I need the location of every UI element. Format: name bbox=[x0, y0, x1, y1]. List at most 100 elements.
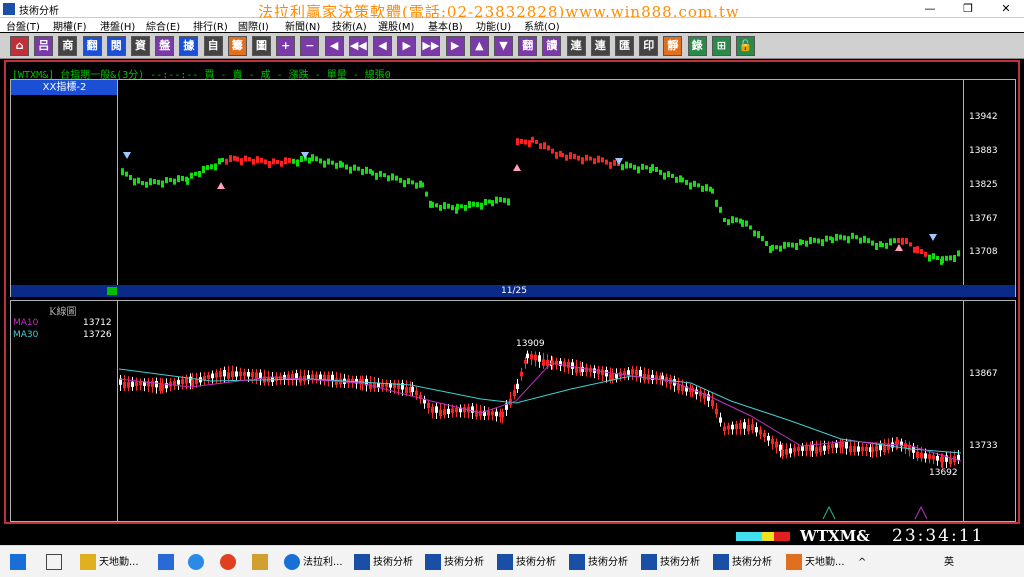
minimize-button[interactable]: — bbox=[912, 0, 948, 18]
toolbar-button[interactable]: 錄 bbox=[687, 36, 707, 56]
task-view-icon[interactable] bbox=[46, 554, 62, 570]
candle bbox=[283, 375, 286, 380]
tray-chevron-icon[interactable]: ^ bbox=[858, 554, 866, 572]
toolbar-button[interactable]: 據 bbox=[179, 36, 199, 56]
toolbar-button[interactable]: ◀ bbox=[373, 36, 392, 56]
taskbar-item[interactable]: 技術分析 bbox=[732, 554, 772, 572]
candle bbox=[214, 163, 217, 171]
window-titlebar: 技術分析 法拉利贏家決策軟體(電話:02-23832828)www.win888… bbox=[0, 0, 1024, 21]
toolbar-button[interactable]: 閱 bbox=[106, 36, 126, 56]
app-icon[interactable] bbox=[284, 554, 300, 570]
taskbar-item[interactable]: 天地勤... bbox=[99, 554, 139, 572]
candle bbox=[905, 238, 908, 244]
candle bbox=[185, 377, 188, 384]
toolbar-button[interactable]: 吕 bbox=[34, 36, 54, 56]
candle bbox=[371, 170, 374, 176]
toolbar-button[interactable]: 自 bbox=[203, 36, 223, 56]
app-icon[interactable] bbox=[425, 554, 441, 570]
folder-icon[interactable] bbox=[80, 554, 96, 570]
candle bbox=[198, 171, 201, 178]
toolbar-button[interactable]: ⊞ bbox=[711, 36, 731, 56]
toolbar-button[interactable]: 🔓 bbox=[736, 36, 755, 56]
app-icon[interactable] bbox=[569, 554, 585, 570]
app-icon[interactable] bbox=[158, 554, 174, 570]
indicator-panel[interactable]: XX指標-2 11/25 13942 13883 13825 13767 137… bbox=[10, 79, 1016, 297]
toolbar-button[interactable]: 盤 bbox=[155, 36, 175, 56]
toolbar-button[interactable]: ⌂ bbox=[10, 36, 29, 56]
candle bbox=[455, 408, 458, 412]
menu-item[interactable]: 系統(O) bbox=[524, 18, 560, 33]
toolbar-button[interactable]: ▶ bbox=[397, 36, 417, 56]
candle bbox=[775, 245, 778, 250]
taskbar-item[interactable]: 技術分析 bbox=[588, 554, 628, 572]
ime-indicator[interactable]: 英 bbox=[944, 554, 954, 572]
chrome-icon[interactable] bbox=[220, 554, 236, 570]
taskbar-item[interactable]: 法拉利... bbox=[303, 554, 343, 572]
menu-item[interactable]: 功能(U) bbox=[476, 18, 511, 33]
ie-icon[interactable] bbox=[188, 554, 204, 570]
candle bbox=[924, 251, 927, 257]
toolbar-button[interactable]: ▶▶ bbox=[421, 36, 441, 56]
toolbar-button[interactable]: + bbox=[276, 36, 296, 56]
toolbar-button[interactable]: 印 bbox=[639, 36, 659, 56]
app-icon[interactable] bbox=[786, 554, 802, 570]
candle bbox=[705, 184, 708, 192]
status-time: 23:34:11 bbox=[892, 526, 985, 546]
toolbar-button[interactable]: 翻 bbox=[82, 36, 102, 56]
menu-item[interactable]: 技術(A) bbox=[332, 18, 367, 33]
app-icon[interactable] bbox=[713, 554, 729, 570]
menu-item[interactable]: 基本(B) bbox=[428, 18, 463, 33]
toolbar-button[interactable]: 籌 bbox=[227, 36, 247, 56]
toolbar-button[interactable]: 圖 bbox=[252, 36, 271, 56]
candle bbox=[236, 156, 239, 162]
menu-item[interactable]: 台盤(T) bbox=[6, 18, 40, 33]
toolbar-button[interactable]: ◀◀ bbox=[348, 36, 368, 56]
maximize-button[interactable]: ❐ bbox=[950, 0, 986, 18]
menu-item[interactable]: 國際(I) bbox=[238, 18, 269, 33]
menu-item[interactable]: 期權(F) bbox=[53, 18, 87, 33]
toolbar-button[interactable]: ▼ bbox=[494, 36, 513, 56]
candle bbox=[823, 445, 826, 451]
candle bbox=[805, 445, 808, 451]
app-icon[interactable] bbox=[641, 554, 657, 570]
toolbar-button[interactable]: ◀ bbox=[324, 36, 344, 56]
taskbar-item[interactable]: 技術分析 bbox=[516, 554, 556, 572]
toolbar-button[interactable]: 連 bbox=[566, 36, 586, 56]
candle bbox=[315, 156, 318, 162]
candle bbox=[631, 369, 634, 375]
menu-item[interactable]: 排行(R) bbox=[193, 18, 228, 33]
toolbar-button[interactable]: ▲ bbox=[469, 36, 489, 56]
menu-item[interactable]: 新聞(N) bbox=[285, 18, 320, 33]
kline-panel[interactable]: K線圖 MA10 13712 MA30 13726 13867 13733 13… bbox=[10, 300, 1016, 522]
taskbar-item[interactable]: 技術分析 bbox=[373, 554, 413, 572]
candle bbox=[447, 203, 450, 209]
candle bbox=[468, 201, 471, 209]
candle bbox=[601, 369, 604, 376]
taskbar-item[interactable]: 天地勤... bbox=[805, 554, 845, 572]
toolbar-button[interactable]: 靜 bbox=[663, 36, 683, 56]
candle bbox=[535, 140, 538, 144]
app-icon[interactable] bbox=[497, 554, 513, 570]
candle bbox=[831, 444, 834, 448]
menu-item[interactable]: 綜合(E) bbox=[146, 18, 180, 33]
toolbar-button[interactable]: 商 bbox=[58, 36, 78, 56]
toolbar-button[interactable]: ▶ bbox=[445, 36, 465, 56]
candle bbox=[881, 243, 884, 247]
candle bbox=[849, 445, 852, 453]
candle bbox=[323, 160, 326, 168]
taskbar-item[interactable]: 技術分析 bbox=[660, 554, 700, 572]
toolbar-button[interactable]: 連 bbox=[590, 36, 610, 56]
menu-item[interactable]: 選股(M) bbox=[378, 18, 414, 33]
menu-item[interactable]: 港盤(H) bbox=[100, 18, 135, 33]
candle bbox=[524, 359, 527, 364]
tools-icon[interactable] bbox=[252, 554, 268, 570]
toolbar-button[interactable]: 翻 bbox=[518, 36, 538, 56]
toolbar-button[interactable]: 資 bbox=[131, 36, 150, 56]
toolbar-button[interactable]: 讀 bbox=[542, 36, 562, 56]
toolbar-button[interactable]: 匯 bbox=[615, 36, 634, 56]
close-button[interactable]: ✕ bbox=[988, 0, 1024, 18]
app-icon[interactable] bbox=[354, 554, 370, 570]
taskbar-item[interactable]: 技術分析 bbox=[444, 554, 484, 572]
windows-start-icon[interactable] bbox=[10, 554, 26, 570]
toolbar-button[interactable]: − bbox=[300, 36, 320, 56]
